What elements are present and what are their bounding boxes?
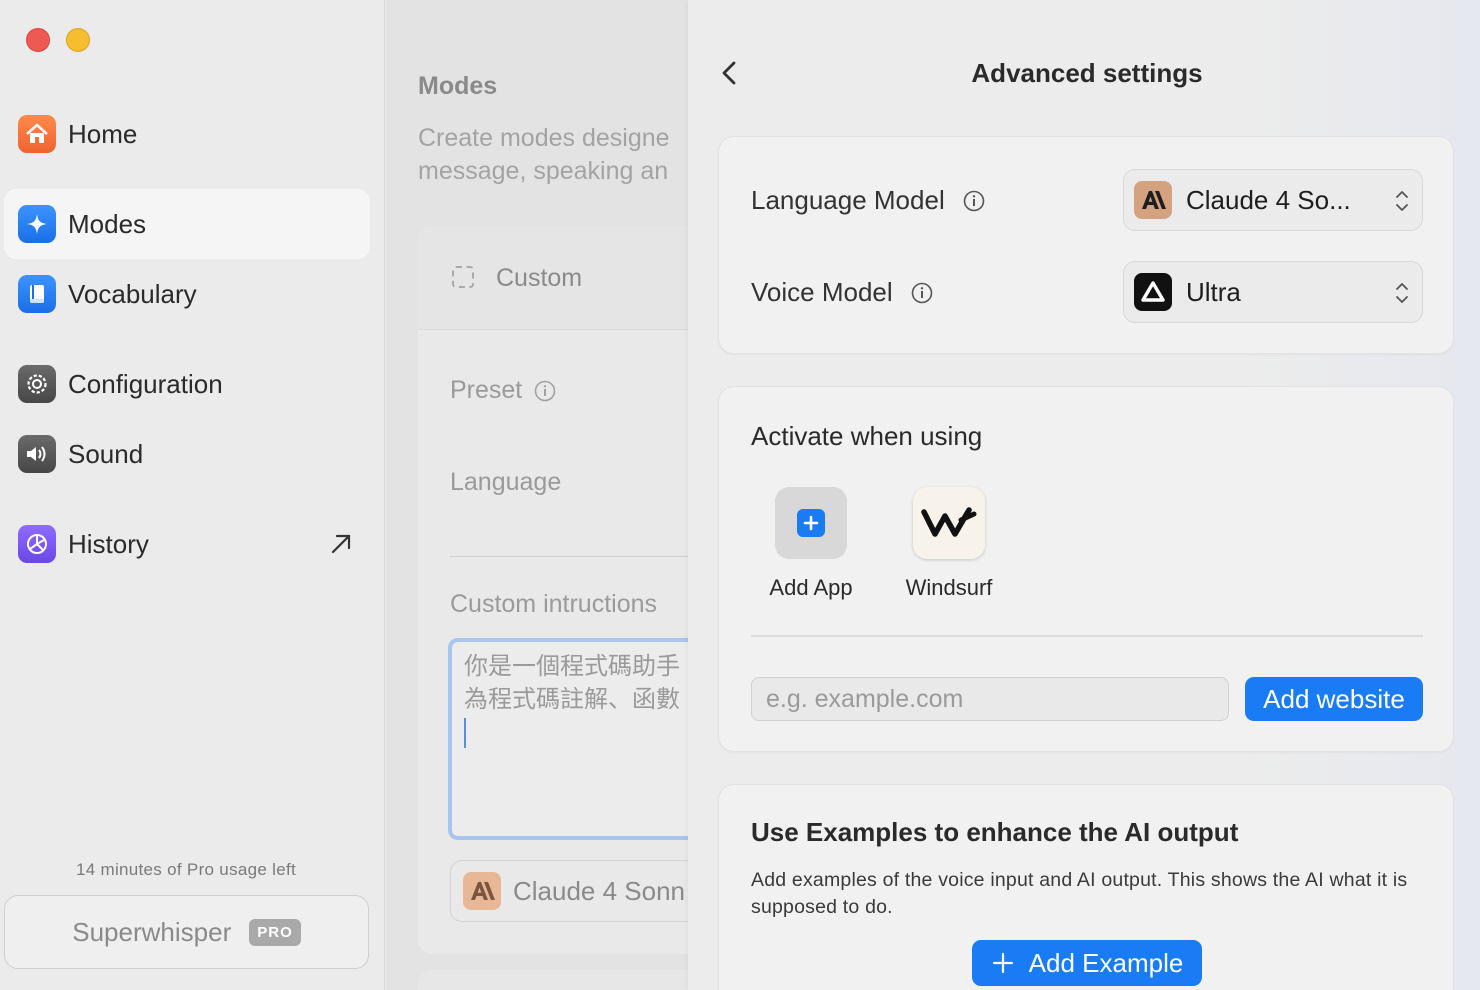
sidebar-item-label: Vocabulary xyxy=(68,278,197,309)
sidebar-item-label: Modes xyxy=(68,208,147,239)
ultra-model-icon xyxy=(1134,273,1172,311)
anthropic-icon xyxy=(463,872,501,910)
home-icon xyxy=(18,115,56,153)
add-website-button[interactable]: Add website xyxy=(1245,677,1423,721)
mode-card-header: Custom xyxy=(418,226,688,330)
website-input[interactable] xyxy=(751,677,1229,721)
models-card: Language Model Claude 4 So... Voice Mode… xyxy=(718,136,1454,354)
sidebar: Home Modes Vocabulary Configuration Soun… xyxy=(0,0,385,990)
sidebar-item-label: Home xyxy=(68,118,138,149)
text-cursor xyxy=(464,718,466,748)
language-model-row: Language Model xyxy=(751,185,985,216)
history-icon xyxy=(18,525,56,563)
activate-title: Activate when using xyxy=(751,421,983,451)
mode-card: Custom Preset Language Custom intruction… xyxy=(418,226,688,954)
page-title: Modes xyxy=(418,72,498,100)
pro-usage-text: 14 minutes of Pro usage left xyxy=(75,860,297,879)
examples-title: Use Examples to enhance the AI output xyxy=(751,817,1239,847)
book-icon xyxy=(18,275,56,313)
speaker-icon xyxy=(18,435,56,473)
info-icon[interactable] xyxy=(534,380,556,402)
voice-model-select[interactable]: Ultra xyxy=(1123,261,1423,323)
sidebar-item-vocabulary[interactable]: Vocabulary xyxy=(4,259,370,329)
modes-editor: Modes Create modes designe message, spea… xyxy=(386,0,688,990)
pro-badge: PRO xyxy=(249,918,301,946)
preset-row: Preset xyxy=(450,376,556,405)
page-description: Create modes designe message, speaking a… xyxy=(418,124,670,185)
sidebar-item-label: History xyxy=(68,528,149,559)
sidebar-item-home[interactable]: Home xyxy=(4,99,370,169)
external-link-icon[interactable] xyxy=(328,531,354,557)
divider xyxy=(450,556,688,557)
superwhisper-pro-button[interactable]: Superwhisper PRO xyxy=(4,895,369,969)
add-app-button[interactable] xyxy=(775,487,847,559)
mode-card-secondary xyxy=(418,970,688,990)
add-example-label: Add Example xyxy=(1028,947,1184,978)
window-controls xyxy=(26,28,90,52)
info-icon[interactable] xyxy=(911,282,933,304)
sidebar-item-sound[interactable]: Sound xyxy=(4,419,370,489)
advanced-settings-panel: Advanced settings Language Model Claude … xyxy=(688,0,1480,990)
add-example-button[interactable]: Add Example xyxy=(972,940,1202,986)
model-select[interactable]: Claude 4 Sonn xyxy=(450,860,688,922)
chevron-up-down-icon xyxy=(1396,283,1408,303)
sidebar-item-modes[interactable]: Modes xyxy=(4,189,370,259)
voice-model-label: Voice Model xyxy=(751,277,893,307)
sidebar-item-label: Configuration xyxy=(68,368,223,399)
divider xyxy=(751,635,1423,637)
voice-model-row: Voice Model xyxy=(751,277,933,308)
minimize-window-button[interactable] xyxy=(66,28,90,52)
gear-icon xyxy=(18,365,56,403)
sidebar-item-label: Sound xyxy=(68,438,144,469)
custom-instructions-label: Custom intructions xyxy=(450,590,658,618)
language-model-value: Claude 4 So... xyxy=(1186,184,1351,215)
close-window-button[interactable] xyxy=(26,28,50,52)
anthropic-icon xyxy=(1134,181,1172,219)
language-label: Language xyxy=(450,468,562,496)
brand-label: Superwhisper xyxy=(72,916,232,947)
windsurf-label: Windsurf xyxy=(905,575,993,600)
mode-name[interactable]: Custom xyxy=(496,264,582,293)
add-app-label: Add App xyxy=(769,575,853,600)
windsurf-icon[interactable] xyxy=(913,487,985,559)
sparkle-icon xyxy=(18,205,56,243)
model-label: Claude 4 Sonn xyxy=(513,875,686,906)
examples-description: Add examples of the voice input and AI o… xyxy=(751,869,1408,918)
activate-card: Activate when using Add App Windsurf Add… xyxy=(718,386,1454,752)
sidebar-item-history[interactable]: History xyxy=(4,509,370,579)
preset-label: Preset xyxy=(450,376,523,404)
examples-card: Use Examples to enhance the AI output Ad… xyxy=(718,784,1454,990)
plus-icon xyxy=(797,509,825,537)
custom-instructions-textarea[interactable]: 你是一個程式碼助手 為程式碼註解、函數 xyxy=(448,638,688,840)
plus-icon xyxy=(992,952,1013,974)
sidebar-item-configuration[interactable]: Configuration xyxy=(4,349,370,419)
panel-title: Advanced settings xyxy=(971,58,1203,88)
custom-mode-icon xyxy=(452,266,474,288)
info-icon[interactable] xyxy=(963,190,985,212)
language-model-label: Language Model xyxy=(751,185,945,215)
chevron-up-down-icon xyxy=(1396,191,1408,211)
voice-model-value: Ultra xyxy=(1186,276,1241,307)
language-model-select[interactable]: Claude 4 So... xyxy=(1123,169,1423,231)
